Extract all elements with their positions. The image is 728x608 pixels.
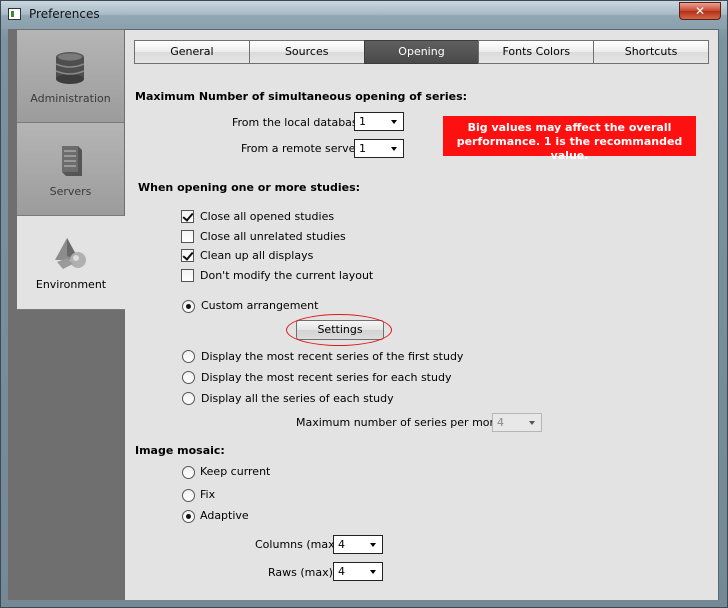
rows-label: Raws (max) (268, 566, 333, 579)
all-series-radio[interactable] (182, 392, 195, 405)
tab-shortcuts[interactable]: Shortcuts (593, 40, 709, 64)
keep-layout-label: Don't modify the current layout (200, 269, 374, 282)
local-database-label: From the local database (232, 116, 365, 129)
tab-bar: General Sources Opening Fonts Colors Sho… (134, 40, 709, 64)
tab-fonts-colors[interactable]: Fonts Colors (478, 40, 595, 64)
fix-label: Fix (200, 488, 216, 501)
clean-up-displays-label: Clean up all displays (200, 249, 314, 262)
highlight-ring (286, 314, 392, 346)
recent-each-study-label: Display the most recent series for each … (201, 371, 452, 384)
server-icon (62, 146, 82, 176)
series-section-title: Maximum Number of simultaneous opening o… (135, 90, 468, 103)
columns-label: Columns (max) (255, 538, 339, 551)
keep-layout-checkbox[interactable] (181, 269, 194, 282)
chevron-down-icon (370, 543, 376, 547)
custom-arrangement-radio[interactable] (182, 300, 195, 313)
recent-first-study-label: Display the most recent series of the fi… (201, 350, 464, 363)
sidebar-item-administration[interactable]: Administration (17, 30, 124, 123)
app-icon (8, 8, 21, 20)
close-opened-studies-label: Close all opened studies (200, 210, 335, 223)
all-series-label: Display all the series of each study (201, 392, 394, 405)
database-icon (55, 52, 85, 84)
studies-section-title: When opening one or more studies: (138, 181, 361, 194)
local-database-value: 1 (359, 115, 366, 128)
chevron-down-icon (370, 570, 376, 574)
sidebar-item-label: Servers (49, 185, 92, 198)
recent-each-study-radio[interactable] (182, 371, 195, 384)
close-unrelated-studies-checkbox[interactable] (181, 230, 194, 243)
tab-opening[interactable]: Opening (363, 40, 480, 64)
sidebar-item-servers[interactable]: Servers (17, 123, 124, 216)
remote-server-label: From a remote server (241, 142, 360, 155)
keep-current-label: Keep current (200, 465, 271, 478)
chevron-down-icon (391, 147, 397, 151)
columns-value: 4 (338, 538, 345, 551)
rows-value: 4 (338, 565, 345, 578)
adaptive-radio[interactable] (182, 510, 195, 523)
remote-server-value: 1 (359, 142, 366, 155)
chevron-down-icon (391, 120, 397, 124)
close-opened-studies-checkbox[interactable] (181, 210, 194, 223)
close-button[interactable]: ✕ (679, 2, 721, 20)
rows-select[interactable]: 4 (333, 562, 383, 581)
title-bar[interactable]: Preferences ✕ (1, 1, 727, 29)
clean-up-displays-checkbox[interactable] (181, 249, 194, 262)
adaptive-label: Adaptive (200, 509, 249, 522)
sidebar-item-label: Administration (30, 92, 111, 105)
max-series-select[interactable]: 4 (492, 413, 542, 432)
max-series-label: Maximum number of series per monitor: (296, 416, 519, 429)
columns-select[interactable]: 4 (333, 535, 383, 554)
keep-current-radio[interactable] (182, 466, 195, 479)
chevron-down-icon (529, 421, 535, 425)
performance-warning: Big values may affect the overall perfor… (443, 116, 696, 162)
sidebar-item-environment[interactable]: Environment (17, 216, 125, 310)
max-series-value: 4 (497, 416, 504, 429)
close-icon: ✕ (694, 4, 706, 18)
sidebar-item-label: Environment (35, 278, 107, 291)
tab-general[interactable]: General (134, 40, 250, 64)
recent-first-study-radio[interactable] (182, 350, 195, 363)
shapes-icon (55, 238, 86, 269)
fix-radio[interactable] (182, 489, 195, 502)
mosaic-section-title: Image mosaic: (135, 444, 225, 457)
window-title: Preferences (29, 7, 100, 21)
custom-arrangement-label: Custom arrangement (201, 299, 319, 312)
close-unrelated-studies-label: Close all unrelated studies (200, 230, 346, 243)
tab-sources[interactable]: Sources (248, 40, 365, 64)
local-database-select[interactable]: 1 (354, 112, 404, 131)
remote-server-select[interactable]: 1 (354, 139, 404, 158)
